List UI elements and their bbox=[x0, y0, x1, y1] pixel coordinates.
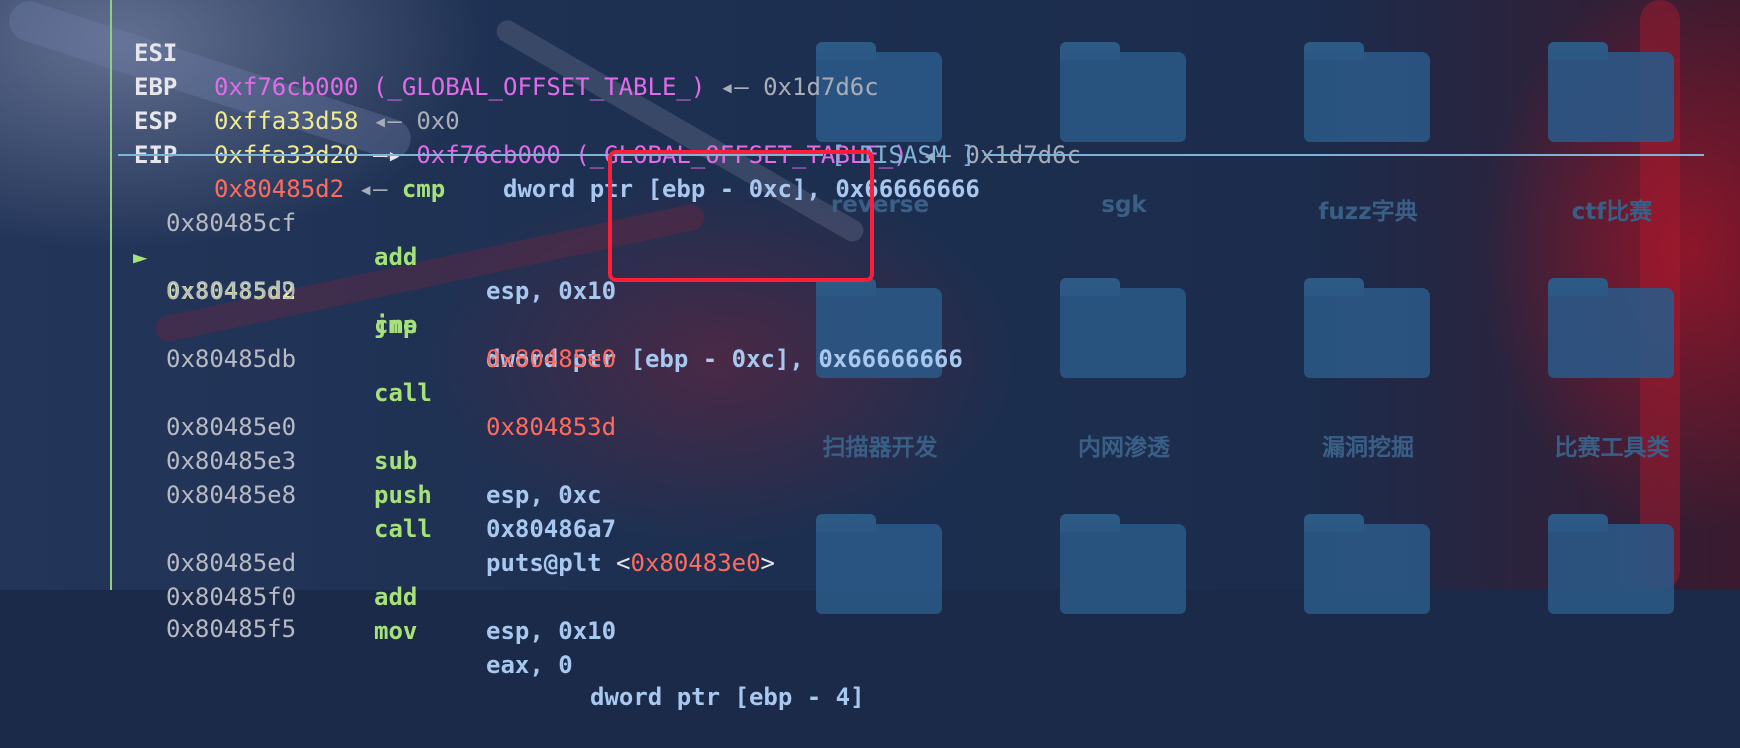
terminal-window[interactable]: ESI 0xf76cb000 (_GLOBAL_OFFSET_TABLE_) ◂… bbox=[0, 0, 1740, 711]
register-value: 0xf76cb000 (_GLOBAL_OFFSET_TABLE_) ◂— 0x… bbox=[214, 73, 879, 101]
register-row-esp: ESP 0xffa33d20 —▸ 0xf76cb000 (_GLOBAL_OF… bbox=[0, 70, 1081, 169]
register-row-esi: ESI 0xf76cb000 (_GLOBAL_OFFSET_TABLE_) ◂… bbox=[0, 2, 879, 101]
disasm-line: 0x80485db call 0x804853d bbox=[166, 345, 617, 441]
disasm-line-partial: 0x80485f5 dword ptr [ebp - 4] bbox=[166, 615, 865, 711]
register-value: 0xffa33d58 ◂— 0x0 bbox=[214, 107, 460, 135]
disasm-line: 0x80485ed add esp, 0x10 bbox=[166, 549, 617, 645]
disasm-line: 0x80485f0 mov eax, 0 bbox=[166, 583, 573, 679]
disasm-line: 0x80485d9 jne 0x80485e0 bbox=[166, 277, 617, 373]
register-row-ebp: EBP 0xffa33d58 ◂— 0x0 bbox=[0, 36, 460, 135]
disasm-line: 0x80485e8 call puts@plt <0x80483e0> bbox=[166, 481, 775, 577]
register-name: ESP bbox=[134, 107, 178, 135]
disasm-line: 0x80485e3 push 0x80486a7 bbox=[166, 447, 617, 543]
current-instruction-arrow-icon: ► bbox=[133, 243, 148, 271]
disasm-line: 0x80485e0 sub esp, 0xc bbox=[166, 413, 602, 509]
terminal-left-border bbox=[110, 0, 112, 590]
disasm-line: 0x80485cf add esp, 0x10 bbox=[166, 209, 617, 305]
register-name: EBP bbox=[134, 73, 178, 101]
disasm-divider-right bbox=[984, 154, 1704, 156]
register-row-eip: EIP 0x80485d2 ◂— cmp dword ptr [ebp - 0x… bbox=[0, 104, 980, 203]
register-name: ESI bbox=[134, 39, 178, 67]
highlight-annotation-box bbox=[608, 150, 874, 282]
disasm-line-current: ► 0x80485d2 cmp dword ptr [ebp - 0xc], 0… bbox=[0, 206, 963, 373]
